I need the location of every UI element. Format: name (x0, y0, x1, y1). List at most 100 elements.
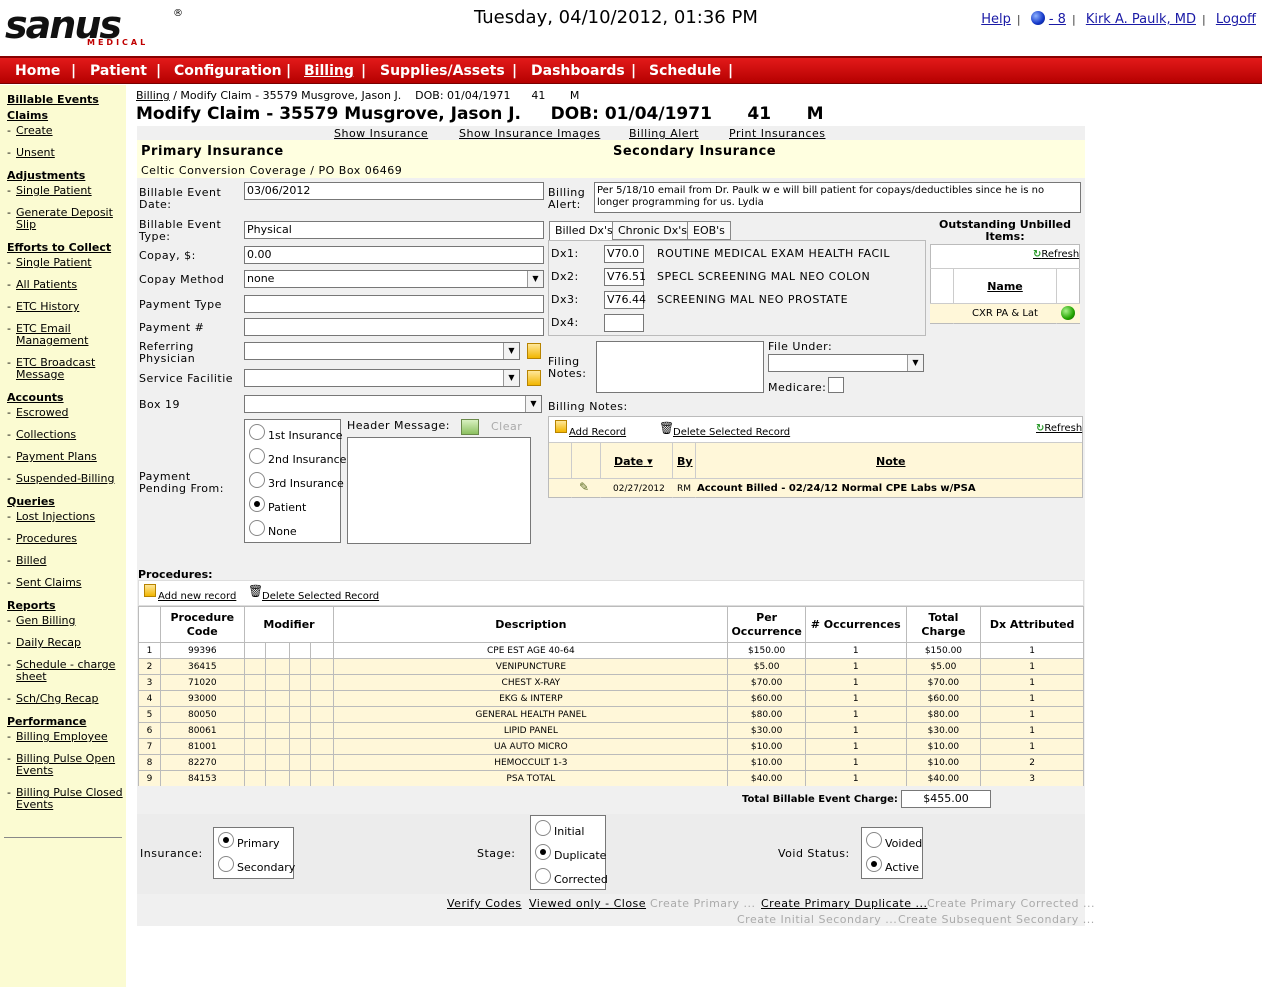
create-primary-duplicate-link[interactable]: Create Primary Duplicate ... (761, 897, 927, 910)
sidebar-item-lost-injections[interactable]: - Lost Injections (7, 511, 123, 523)
nav-dashboards[interactable]: Dashboards (531, 63, 625, 79)
stage-duplicate-radio[interactable] (535, 844, 551, 860)
payment-number-input[interactable] (244, 318, 544, 336)
table-row[interactable]: 9 84153 PSA TOTAL $40.00 1 $40.00 3 (138, 770, 1084, 787)
sidebar-item-suspended[interactable]: - Suspended-Billing (7, 473, 123, 485)
nav-patient[interactable]: Patient (90, 63, 147, 79)
sidebar-item-etc-broadcast[interactable]: - ETC Broadcast Message (7, 357, 123, 381)
nav-configuration[interactable]: Configuration (174, 63, 282, 79)
sidebar-item-billing-employee[interactable]: - Billing Employee (7, 731, 123, 743)
sidebar-item-all-patients[interactable]: - All Patients (7, 279, 123, 291)
tab-billed-dx[interactable]: Billed Dx's (549, 221, 619, 241)
add-record-icon[interactable] (555, 420, 567, 433)
edit-pencil-icon[interactable]: ✎ (579, 480, 589, 494)
sidebar-queries[interactable]: Queries (7, 495, 55, 508)
box19-select[interactable]: ▼ (244, 395, 542, 413)
show-insurance-images-link[interactable]: Show Insurance Images (459, 127, 600, 140)
nav-schedule[interactable]: Schedule (649, 63, 721, 79)
pending-1st-radio[interactable] (249, 424, 265, 440)
service-facility-select[interactable]: ▼ (244, 369, 520, 387)
note-icon[interactable] (527, 370, 541, 386)
print-insurances-link[interactable]: Print Insurances (729, 127, 826, 140)
table-row[interactable]: 5 80050 GENERAL HEALTH PANEL $80.00 1 $80.00 1 (138, 706, 1084, 723)
sidebar-item-create[interactable]: - Create (7, 125, 123, 137)
sidebar-item-procedures[interactable]: - Procedures (7, 533, 123, 545)
sidebar-item-sent-claims[interactable]: - Sent Claims (7, 577, 123, 589)
sidebar-efforts[interactable]: Efforts to Collect (7, 241, 111, 254)
show-insurance-link[interactable]: Show Insurance (334, 127, 428, 140)
sidebar-item-unsent[interactable]: - Unsent (7, 147, 123, 159)
calendar-icon[interactable] (461, 419, 479, 435)
create-subsequent-secondary-link[interactable]: Create Subsequent Secondary ... (898, 913, 1095, 926)
sidebar-item-pulse-open[interactable]: - Billing Pulse Open Events (7, 753, 123, 777)
void-active-radio[interactable] (866, 856, 882, 872)
tab-chronic-dx[interactable]: Chronic Dx's (612, 221, 693, 240)
note-icon[interactable] (527, 343, 541, 359)
verify-codes-link[interactable]: Verify Codes (447, 897, 522, 910)
sidebar-adjustments[interactable]: Adjustments (7, 169, 85, 182)
billing-alert-link[interactable]: Billing Alert (629, 127, 699, 140)
stage-corrected-radio[interactable] (535, 868, 551, 884)
logoff-link[interactable]: Logoff (1216, 12, 1256, 27)
pending-patient-radio[interactable] (249, 496, 265, 512)
add-record-icon[interactable] (144, 584, 156, 597)
insurance-secondary-radio[interactable] (218, 856, 234, 872)
nav-home[interactable]: Home (15, 63, 60, 79)
event-date-input[interactable]: 03/06/2012 (244, 182, 544, 200)
table-row[interactable]: 8 82270 HEMOCCULT 1-3 $10.00 1 $10.00 2 (138, 754, 1084, 771)
table-row[interactable]: 6 80061 LIPID PANEL $30.00 1 $30.00 1 (138, 722, 1084, 739)
sidebar-accounts[interactable]: Accounts (7, 391, 64, 404)
sidebar-item-pulse-closed[interactable]: - Billing Pulse Closed Events (7, 787, 123, 811)
event-type-input[interactable]: Physical (244, 221, 544, 239)
viewed-close-link[interactable]: Viewed only - Close (529, 897, 646, 910)
trash-icon[interactable]: 🗑 (248, 584, 263, 598)
tab-eobs[interactable]: EOB's (687, 221, 731, 240)
header-message-textarea[interactable] (347, 437, 531, 544)
sidebar-claims[interactable]: Claims (7, 109, 48, 122)
dx1-input[interactable]: V70.0 (604, 245, 644, 263)
sidebar-billable-events[interactable]: Billable Events (7, 93, 99, 106)
sidebar-item-etc-single[interactable]: - Single Patient (7, 257, 123, 269)
void-voided-radio[interactable] (866, 832, 882, 848)
nav-billing[interactable]: Billing (304, 63, 354, 79)
unbilled-refresh-link[interactable]: ↻Refresh (1033, 249, 1079, 260)
globe-icon[interactable] (1030, 11, 1045, 25)
sidebar-reports[interactable]: Reports (7, 599, 56, 612)
table-row[interactable]: 1 99396 CPE EST AGE 40-64 $150.00 1 $150.00 1 (138, 642, 1084, 659)
file-under-select[interactable]: ▼ (768, 354, 924, 372)
pending-none-radio[interactable] (249, 520, 265, 536)
table-row[interactable]: 4 93000 EKG & INTERP $60.00 1 $60.00 1 (138, 690, 1084, 707)
pending-2nd-radio[interactable] (249, 448, 265, 464)
filing-notes-textarea[interactable] (596, 341, 764, 393)
trash-icon[interactable]: 🗑 (659, 421, 674, 435)
unbilled-name-header[interactable]: Name (954, 280, 1056, 293)
referring-physician-select[interactable]: ▼ (244, 342, 520, 360)
sidebar-item-gen-billing[interactable]: - Gen Billing (7, 615, 123, 627)
dx3-input[interactable]: V76.44 (604, 291, 646, 309)
copay-method-select[interactable]: none ▼ (244, 270, 544, 288)
dx4-input[interactable] (604, 314, 644, 332)
user-link[interactable]: Kirk A. Paulk, MD (1086, 12, 1196, 27)
stage-initial-radio[interactable] (535, 820, 551, 836)
create-initial-secondary-link[interactable]: Create Initial Secondary ... (737, 913, 897, 926)
add-record-link[interactable]: Add Record (569, 427, 626, 438)
sidebar-item-generate-deposit[interactable]: - Generate Deposit Slip (7, 207, 123, 231)
delete-selected-procedure-link[interactable]: Delete Selected Record (262, 591, 379, 602)
delete-record-link[interactable]: Delete Selected Record (673, 427, 790, 438)
billing-alert-text[interactable]: Per 5/18/10 email from Dr. Paulk w e wil… (594, 182, 1081, 213)
notes-date-header[interactable]: Date ▾ (614, 455, 653, 468)
sidebar-performance[interactable]: Performance (7, 715, 86, 728)
sidebar-item-payment-plans[interactable]: - Payment Plans (7, 451, 123, 463)
sidebar-item-etc-history[interactable]: - ETC History (7, 301, 123, 313)
copay-input[interactable]: 0.00 (244, 246, 544, 264)
medicare-checkbox[interactable] (828, 377, 844, 393)
table-row[interactable]: 3 71020 CHEST X-RAY $70.00 1 $70.00 1 (138, 674, 1084, 691)
sidebar-item-daily-recap[interactable]: - Daily Recap (7, 637, 123, 649)
insurance-primary-radio[interactable] (218, 832, 234, 848)
table-row[interactable]: 2 36415 VENIPUNCTURE $5.00 1 $5.00 1 (138, 658, 1084, 675)
messages-link[interactable]: - 8 (1049, 12, 1066, 27)
add-new-record-link[interactable]: Add new record (158, 591, 236, 602)
sidebar-item-single-patient[interactable]: - Single Patient (7, 185, 123, 197)
help-link[interactable]: Help (981, 12, 1011, 27)
notes-refresh-link[interactable]: ↻Refresh (1036, 423, 1082, 434)
